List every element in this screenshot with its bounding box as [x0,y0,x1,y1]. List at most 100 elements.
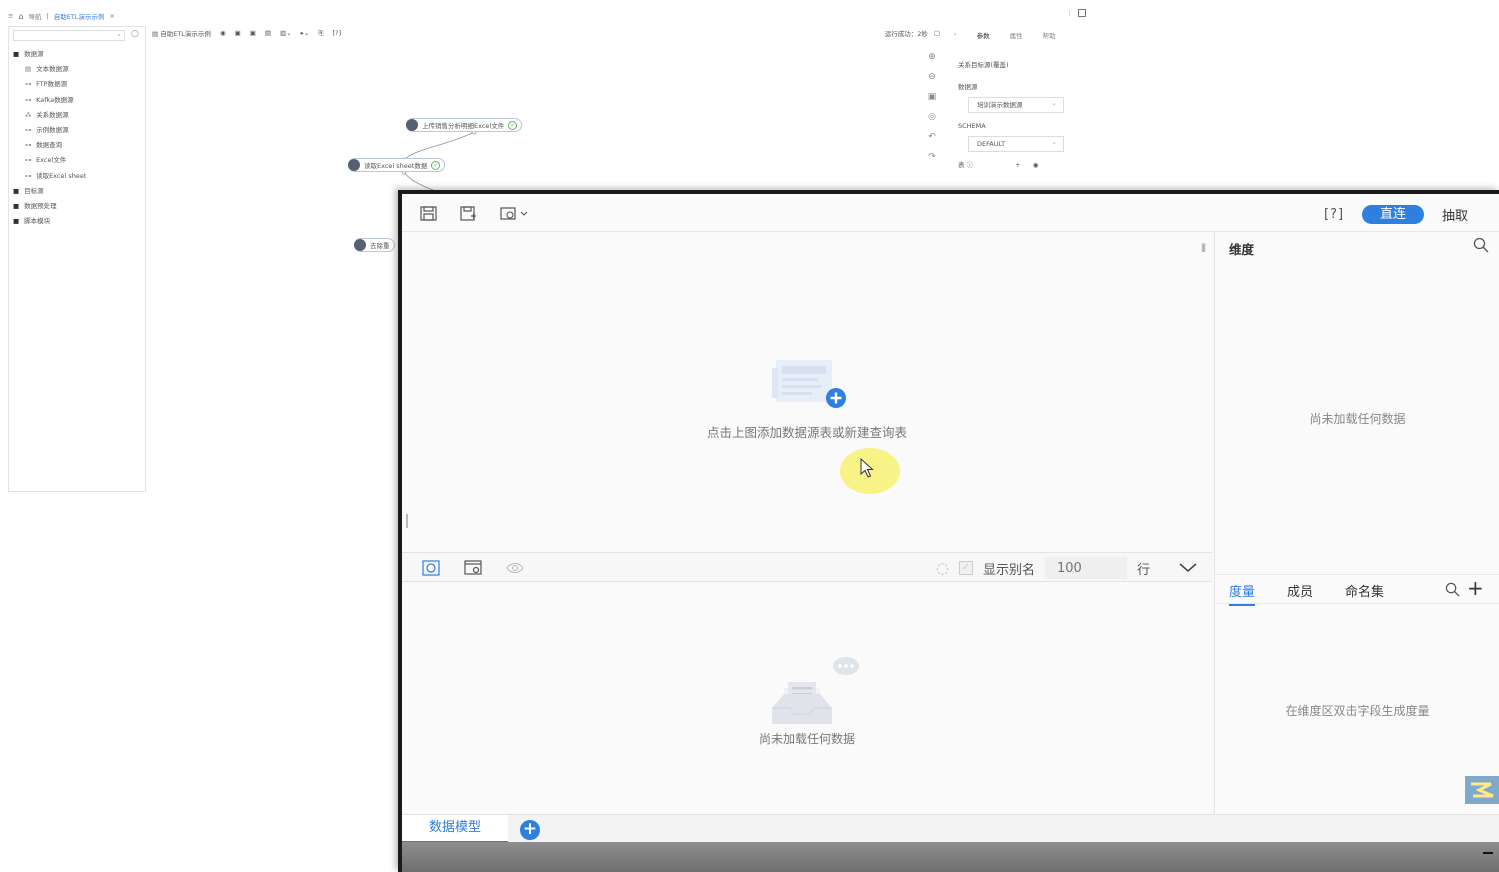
measure-tabs: 度量 成员 命名集 + [1215,574,1499,606]
flow-node-read-sheet[interactable]: 读取Excel sheet数据 ✓ [348,158,446,172]
datasource-label: 数据源 [958,83,978,91]
tree-item-label: 示例数据源 [36,125,69,134]
save-icon[interactable] [420,206,437,221]
screen: ≡ ⌂ 导航 | 自助ETL演示示例 × ⋮ ⌕ ○ ■ 数据源 ▤ 文本数据源 ⊶… [0,0,1499,872]
home-icon[interactable]: ⌂ [18,12,23,21]
tree-folder[interactable]: ■ 目标源 [13,184,86,199]
resize-handle[interactable] [406,514,408,528]
tree-item-label: 脚本模块 [24,217,51,226]
component-tree: ■ 数据源 ▤ 文本数据源 ⊶ FTP数据源 ⊶ Kafka数据源 ⁂ 关系数据源 ⊶ 示… [13,47,86,229]
tree-folder[interactable]: ■ 数据预处理 [13,199,86,214]
preview-table-icon[interactable] [422,560,440,576]
properties-form: 关系目标源(覆盖) 数据源 培训演示数据源 SCHEMA DEFAULT 表 ⓘ… [958,58,1064,172]
tree-item[interactable]: ⊶ 读取Excel sheet [13,169,86,184]
table-label-row: 表 ⓘ + ◉ [958,161,1039,169]
link-icon: ⊶ [25,80,32,89]
tree-item[interactable]: ⊶ 示例数据源 [13,123,86,138]
maximize-icon[interactable] [1078,9,1086,17]
breadcrumb-home[interactable]: 导航 [29,11,42,21]
node-icon [348,159,360,171]
tree-folder[interactable]: ■ 脚本模块 [13,214,86,229]
mode-extract-button[interactable]: 抽取 [1442,205,1468,224]
sidebar-search-input[interactable]: ⌕ [13,30,125,41]
zoom-in-icon[interactable]: ⊕ [928,52,936,62]
tab-close-icon[interactable]: × [109,12,114,20]
chevron-down-icon[interactable] [1178,562,1198,574]
folder-icon: ■ [13,201,20,210]
flow-node-dedupe[interactable]: 去除重 [354,238,395,252]
tab-help[interactable]: 帮助 [1043,30,1056,40]
minimize-icon[interactable] [1483,852,1493,854]
tab-data-model[interactable]: 数据模型 [402,815,508,843]
tree-item[interactable]: ⊶ Kafka数据源 [13,93,86,108]
rows-unit-label: 行 [1136,562,1150,578]
mode-direct-button[interactable]: 直连 [1362,205,1424,224]
model-tabs-bar: 数据模型 + [402,814,1499,843]
row-count-input[interactable] [1044,557,1127,579]
flow-node-upload[interactable]: 上传销售分析明细Excel文件 ✓ [406,118,523,132]
properties-title: 关系目标源(覆盖) [958,61,1009,69]
collapse-icon[interactable]: › [954,30,957,40]
tab-named-sets[interactable]: 命名集 [1345,581,1384,600]
info-icon: ⓘ [966,161,974,169]
preview-controls: ◌ ✓ 显示别名 行 [936,557,1198,579]
tree-item[interactable]: ▤ 文本数据源 [13,62,86,77]
redo-icon[interactable]: ↷ [928,152,936,162]
save-as-icon[interactable] [460,206,477,221]
tab-members[interactable]: 成员 [1287,581,1313,600]
tree-item[interactable]: ⊶ FTP数据源 [13,77,86,92]
model-canvas[interactable]: ⦀ 点击上图添加数据源表或新建查询表 [402,232,1212,552]
add-table-icon[interactable]: + [1015,161,1020,169]
locate-icon[interactable]: ◎ [928,112,936,122]
canvas-zoom-tools: ⊕ ⊖ ▣ ◎ ↶ ↷ [922,52,942,162]
columns-icon[interactable]: ⦀ [1201,242,1206,256]
refresh-icon[interactable]: ◌ [936,559,949,577]
link-icon: ⊶ [25,171,32,180]
success-icon: ✓ [431,160,441,170]
preview-eye-icon[interactable] [506,560,524,576]
tab-attributes[interactable]: 属性 [1010,30,1023,40]
dialog-toolbar: [?] 直连 抽取 [402,194,1499,232]
preview-sql-icon[interactable] [464,560,484,576]
link-icon: ⊶ [25,95,32,104]
add-model-tab-button[interactable]: + [520,820,540,840]
tree-item-label: Kafka数据源 [36,95,74,104]
preview-empty-text: 尚未加载任何数据 [758,732,855,746]
breadcrumb-active-tab[interactable]: 自助ETL演示示例 [54,11,105,21]
show-alias-label: 显示别名 [982,562,1035,578]
show-alias-checkbox[interactable]: ✓ [958,561,973,575]
help-link[interactable]: [?] [1324,207,1344,222]
folder-icon: ■ [13,186,20,195]
data-model-dialog: [?] 直连 抽取 ⦀ 点击上图添加数据源表或新建查询表 ◌ ✓ 显示别名 10… [398,190,1499,872]
folder-icon: ■ [13,217,20,226]
dialog-footer [402,842,1499,872]
zoom-out-icon[interactable]: ⊖ [928,72,936,82]
refresh-icon[interactable]: ○ [131,29,139,39]
component-sidebar: ⌕ ○ ■ 数据源 ▤ 文本数据源 ⊶ FTP数据源 ⊶ Kafka数据源 ⁂ 关系数据… [8,26,146,492]
undo-icon[interactable]: ↶ [928,132,936,142]
datasource-select[interactable]: 培训演示数据源 [968,96,1064,113]
settings-icon[interactable]: ◉ [1033,161,1039,169]
tree-item-label: 数据预处理 [24,201,57,210]
search-icon[interactable] [1473,237,1489,253]
tree-item[interactable]: ⊶ Excel文件 [13,153,86,168]
preview-settings-icon[interactable] [500,206,530,221]
link-icon: ⊶ [25,156,32,165]
add-measure-button[interactable]: + [1467,576,1484,600]
tab-measure[interactable]: 度量 [1229,581,1256,606]
add-datasource-illustration-icon[interactable] [770,354,850,410]
more-icon[interactable]: ⋮ [1067,9,1074,17]
menu-icon[interactable]: ≡ [8,12,13,20]
tree-folder[interactable]: ■ 数据源 [13,47,86,62]
schema-label: SCHEMA [958,122,986,130]
tab-params[interactable]: 参数 [977,30,990,40]
tree-item-label: 数据查询 [36,141,63,150]
empty-data-illustration-icon [772,657,859,724]
tree-item[interactable]: ⊶ 数据查询 [13,138,86,153]
schema-select[interactable]: DEFAULT [968,135,1064,152]
search-icon[interactable] [1445,582,1460,597]
tree-item[interactable]: ⁂ 关系数据源 [13,108,86,123]
preview-toolbar: ◌ ✓ 显示别名 行 [402,552,1212,582]
tree-item-label: Excel文件 [36,156,67,165]
fit-icon[interactable]: ▣ [928,92,937,102]
